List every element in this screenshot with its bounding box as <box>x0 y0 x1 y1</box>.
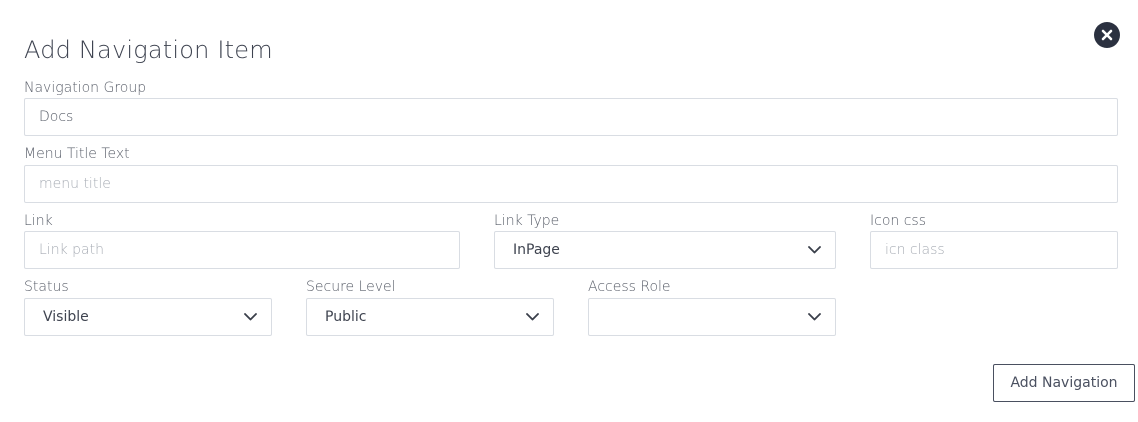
link-label: Link <box>24 213 53 229</box>
status-select[interactable]: Visible <box>24 298 272 336</box>
add-navigation-button[interactable]: Add Navigation <box>993 364 1135 402</box>
secure-level-label: Secure Level <box>306 279 396 295</box>
chevron-down-icon <box>808 313 821 321</box>
add-navigation-dialog: Add Navigation Item Navigation Group Men… <box>0 0 1138 422</box>
link-type-label: Link Type <box>494 213 560 229</box>
menu-title-label: Menu Title Text <box>24 146 130 162</box>
status-selected-value: Visible <box>43 309 89 325</box>
chevron-down-icon <box>526 313 539 321</box>
dialog-title: Add Navigation Item <box>24 36 273 64</box>
chevron-down-icon <box>808 246 821 254</box>
navigation-group-label: Navigation Group <box>24 80 147 96</box>
secure-level-select[interactable]: Public <box>306 298 554 336</box>
menu-title-input[interactable] <box>24 165 1118 203</box>
status-label: Status <box>24 279 69 295</box>
link-path-input[interactable] <box>24 231 460 269</box>
chevron-down-icon <box>244 313 257 321</box>
link-type-select[interactable]: InPage <box>494 231 836 269</box>
navigation-group-input[interactable] <box>24 98 1118 136</box>
close-circle-icon <box>1101 29 1113 41</box>
icon-css-input[interactable] <box>870 231 1118 269</box>
close-button[interactable] <box>1094 22 1120 48</box>
access-role-label: Access Role <box>588 279 671 295</box>
access-role-select[interactable] <box>588 298 836 336</box>
link-type-selected-value: InPage <box>513 242 560 258</box>
icon-css-label: Icon css <box>870 213 926 229</box>
secure-level-selected-value: Public <box>325 309 367 325</box>
